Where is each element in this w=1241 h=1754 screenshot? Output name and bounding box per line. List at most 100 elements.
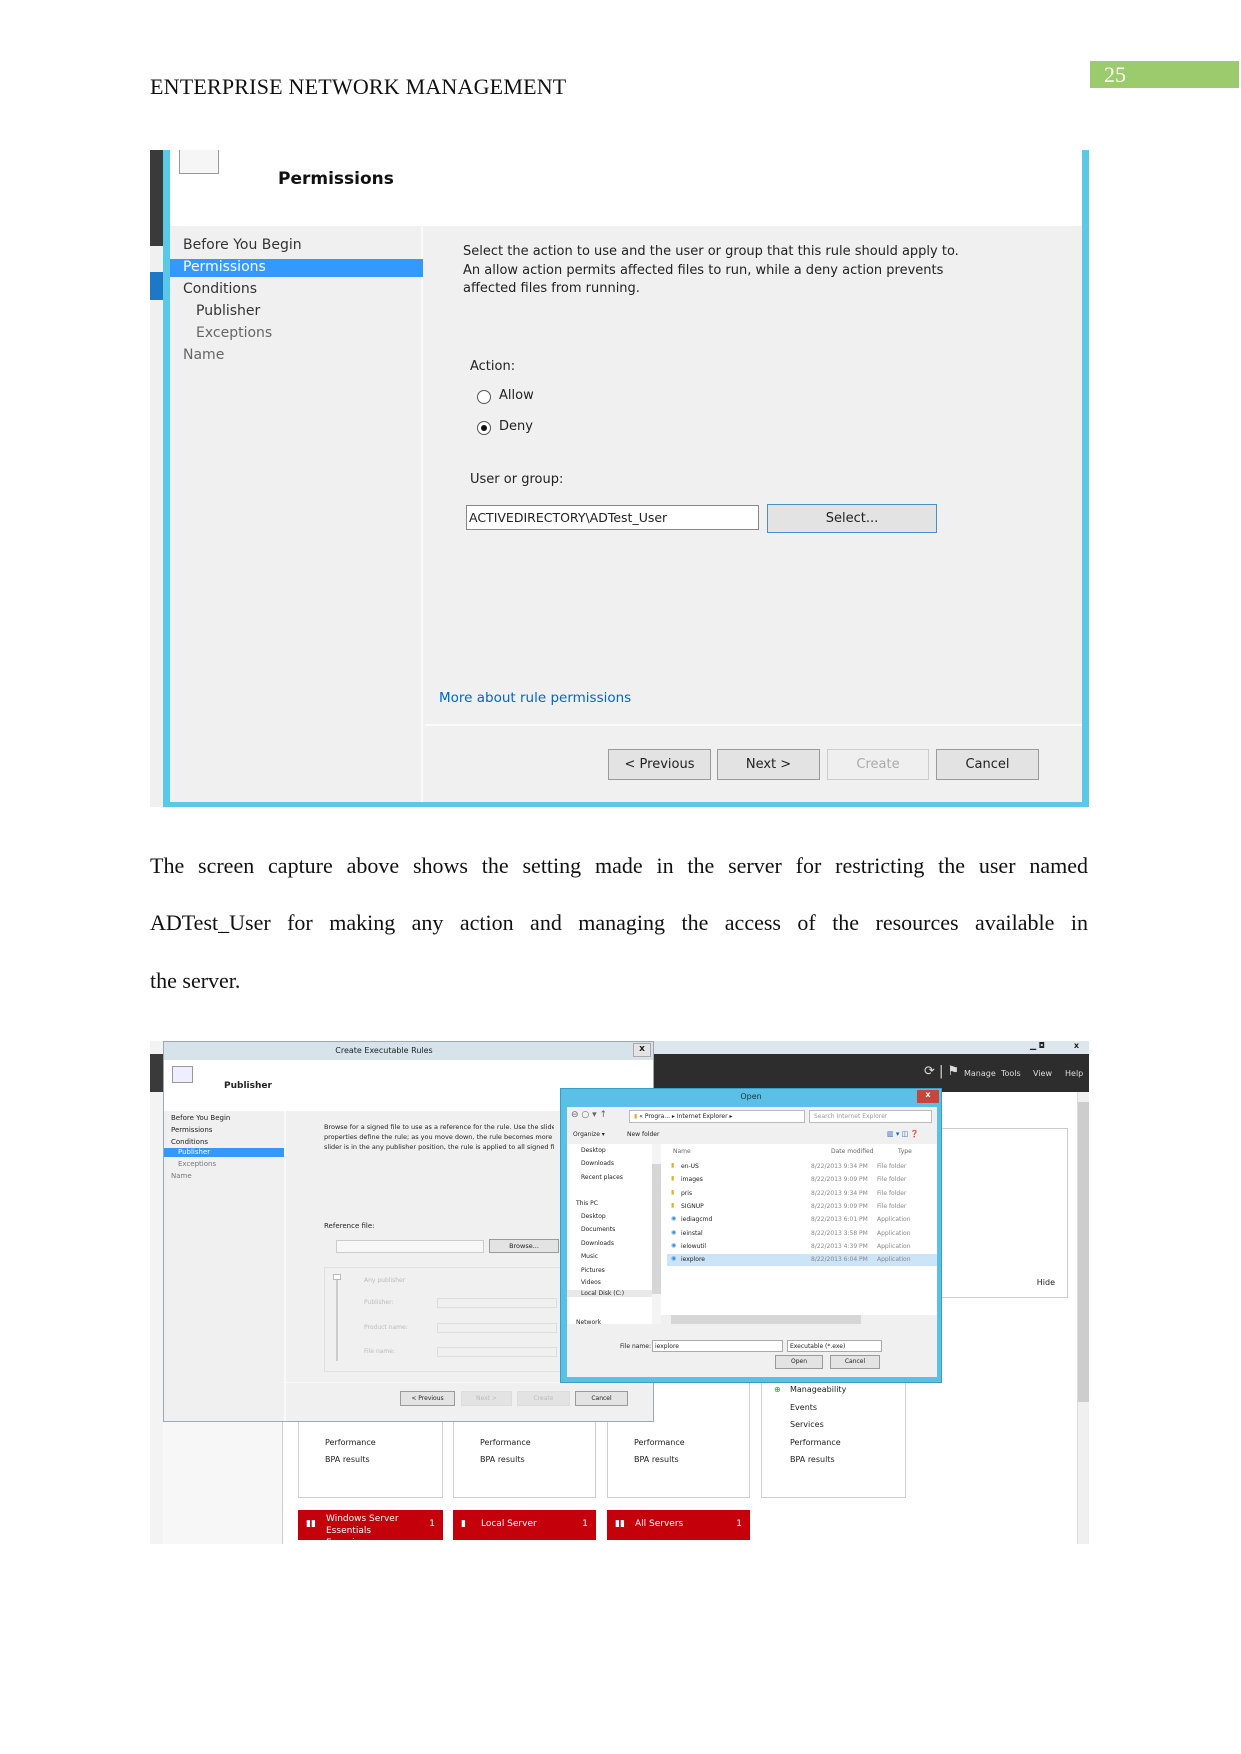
nav-downloads[interactable]: Downloads <box>581 1160 614 1167</box>
publisher-field[interactable] <box>437 1298 557 1308</box>
tile-item[interactable]: BPA results <box>634 1455 679 1464</box>
server-group-tile[interactable]: ▮ Local Server 1 <box>453 1510 596 1540</box>
nav-videos[interactable]: Videos <box>581 1279 601 1286</box>
tile-item[interactable]: Performance <box>325 1438 376 1447</box>
tile-item[interactable]: Performance <box>790 1438 841 1447</box>
dashboard-scrollbar[interactable] <box>1077 1092 1089 1544</box>
open-button[interactable]: Open <box>775 1355 823 1369</box>
nav-name[interactable]: Name <box>183 347 224 363</box>
file-row[interactable]: ◉ ielowutil 8/22/2013 4:39 PM Application <box>667 1241 937 1253</box>
nav-publisher[interactable]: Publisher <box>196 303 260 319</box>
close-button[interactable]: x <box>917 1090 939 1103</box>
nav-conditions[interactable]: Conditions <box>183 281 257 297</box>
file-name-input[interactable]: iexplore <box>652 1340 783 1352</box>
deny-radio[interactable] <box>477 421 491 435</box>
nav-desktop[interactable]: Desktop <box>581 1213 606 1220</box>
nav-music[interactable]: Music <box>581 1253 598 1260</box>
nav-item[interactable]: Permissions <box>171 1126 212 1134</box>
nav-local-disk[interactable]: Local Disk (C:) <box>567 1290 652 1297</box>
menu-manage[interactable]: Manage <box>964 1069 996 1078</box>
select-button[interactable]: Select... <box>767 504 937 533</box>
next-button[interactable]: Next > <box>461 1391 512 1406</box>
nav-permissions[interactable]: Permissions <box>183 259 266 275</box>
tile-item[interactable]: Performance <box>634 1438 685 1447</box>
desc-line: slider is in the any publisher position,… <box>324 1143 554 1151</box>
menu-help[interactable]: Help <box>1065 1069 1083 1078</box>
user-group-input[interactable]: ACTIVEDIRECTORY\ADTest_User <box>466 505 759 530</box>
nav-documents[interactable]: Documents <box>581 1226 615 1233</box>
tile-item[interactable]: Events <box>790 1403 817 1412</box>
previous-button[interactable]: < Previous <box>400 1391 455 1406</box>
file-row[interactable]: ◉ iexplore 8/22/2013 6:04 PM Application <box>667 1254 937 1267</box>
tile-item[interactable]: Services <box>790 1420 824 1429</box>
minimize-icon[interactable]: ▁ ◘ <box>1030 1041 1045 1050</box>
column-date[interactable]: Date modified <box>831 1148 874 1155</box>
file-name: iexplore <box>681 1256 705 1264</box>
nav-item[interactable]: Exceptions <box>178 1160 216 1168</box>
nav-desktop[interactable]: Desktop <box>581 1147 606 1154</box>
cancel-button[interactable]: Cancel <box>830 1355 880 1369</box>
tile-item[interactable]: BPA results <box>325 1455 370 1464</box>
nav-exceptions[interactable]: Exceptions <box>196 325 272 341</box>
organize-menu[interactable]: Organize ▾ <box>573 1131 605 1138</box>
product-field[interactable] <box>437 1323 557 1333</box>
close-button[interactable]: x <box>633 1043 651 1057</box>
nav-before-you-begin[interactable]: Before You Begin <box>183 237 302 253</box>
search-input[interactable]: Search Internet Explorer <box>809 1110 932 1123</box>
slider-thumb[interactable] <box>333 1274 341 1280</box>
column-type[interactable]: Type <box>898 1148 912 1155</box>
tile-item[interactable]: BPA results <box>480 1455 525 1464</box>
tile-item[interactable]: Manageability <box>790 1385 846 1394</box>
file-row[interactable]: ▮ images 8/22/2013 9:09 PM File folder <box>667 1174 937 1186</box>
next-button[interactable]: Next > <box>717 749 820 780</box>
server-group-tile[interactable]: ▮▮ All Servers 1 <box>607 1510 750 1540</box>
window-border-bottom <box>163 802 1089 807</box>
application-icon: ◉ <box>671 1215 677 1223</box>
file-row[interactable]: ◉ iediagcmd 8/22/2013 6:01 PM Application <box>667 1214 937 1226</box>
slider-track[interactable] <box>336 1276 338 1361</box>
nav-pictures[interactable]: Pictures <box>581 1267 605 1274</box>
nav-item[interactable]: Before You Begin <box>171 1114 230 1122</box>
browse-button[interactable]: Browse... <box>489 1239 559 1253</box>
file-type-select[interactable]: Executable (*.exe) <box>787 1340 882 1352</box>
file-row[interactable]: ▮ SIGNUP 8/22/2013 9:09 PM File folder <box>667 1201 937 1213</box>
file-name-field[interactable] <box>437 1347 557 1357</box>
file-name-label: File name: <box>620 1343 651 1350</box>
nav-downloads[interactable]: Downloads <box>581 1240 614 1247</box>
tile-item[interactable]: BPA results <box>790 1455 835 1464</box>
file-row[interactable]: ▮ en-US 8/22/2013 9:34 PM File folder <box>667 1161 937 1173</box>
server-group-tile[interactable]: ▮▮ Windows Server Essentials Experience … <box>298 1510 443 1544</box>
close-icon[interactable]: x <box>1074 1041 1079 1050</box>
nav-recent-places[interactable]: Recent places <box>581 1174 623 1181</box>
create-button[interactable]: Create <box>827 749 929 780</box>
back-icon[interactable]: ⊖ ○ ▾ ↑ <box>571 1110 607 1120</box>
nav-item[interactable]: Publisher <box>178 1148 210 1156</box>
cancel-button[interactable]: Cancel <box>936 749 1039 780</box>
menu-view[interactable]: View <box>1033 1069 1052 1078</box>
tile-item[interactable]: Performance <box>480 1438 531 1447</box>
rule-permissions-link[interactable]: More about rule permissions <box>439 690 631 706</box>
horizontal-scrollbar[interactable] <box>661 1315 937 1324</box>
nav-this-pc[interactable]: This PC <box>576 1200 598 1207</box>
file-row[interactable]: ▮ pris 8/22/2013 9:34 PM File folder <box>667 1188 937 1200</box>
column-name[interactable]: Name <box>673 1148 691 1155</box>
cancel-button[interactable]: Cancel <box>575 1391 628 1406</box>
path-segment[interactable]: Internet Explorer <box>677 1113 728 1120</box>
previous-button[interactable]: < Previous <box>608 749 711 780</box>
create-button[interactable]: Create <box>517 1391 570 1406</box>
path-segment[interactable]: Progra... <box>645 1113 670 1120</box>
reference-file-input[interactable] <box>336 1240 484 1253</box>
file-row[interactable]: ◉ ieinstal 8/22/2013 3:58 PM Application <box>667 1228 937 1240</box>
nav-network[interactable]: Network <box>576 1319 601 1326</box>
view-options-icon[interactable]: ▥ ▾ ◫ ❓ <box>887 1130 919 1138</box>
allow-radio[interactable] <box>477 390 491 404</box>
refresh-icon[interactable]: ⟳ | ⚑ <box>924 1064 959 1079</box>
address-bar[interactable]: ▮ « Progra... ▸ Internet Explorer ▸ <box>629 1110 805 1123</box>
new-folder-button[interactable]: New folder <box>627 1131 659 1138</box>
role-tile[interactable]: ⊕ Manageability Events Services Performa… <box>761 1371 906 1498</box>
nav-item[interactable]: Name <box>171 1172 192 1180</box>
nav-item[interactable]: Conditions <box>171 1138 208 1146</box>
menu-tools[interactable]: Tools <box>1001 1069 1021 1078</box>
nav-scrollbar[interactable] <box>652 1144 661 1324</box>
hide-link[interactable]: Hide <box>1037 1278 1055 1287</box>
